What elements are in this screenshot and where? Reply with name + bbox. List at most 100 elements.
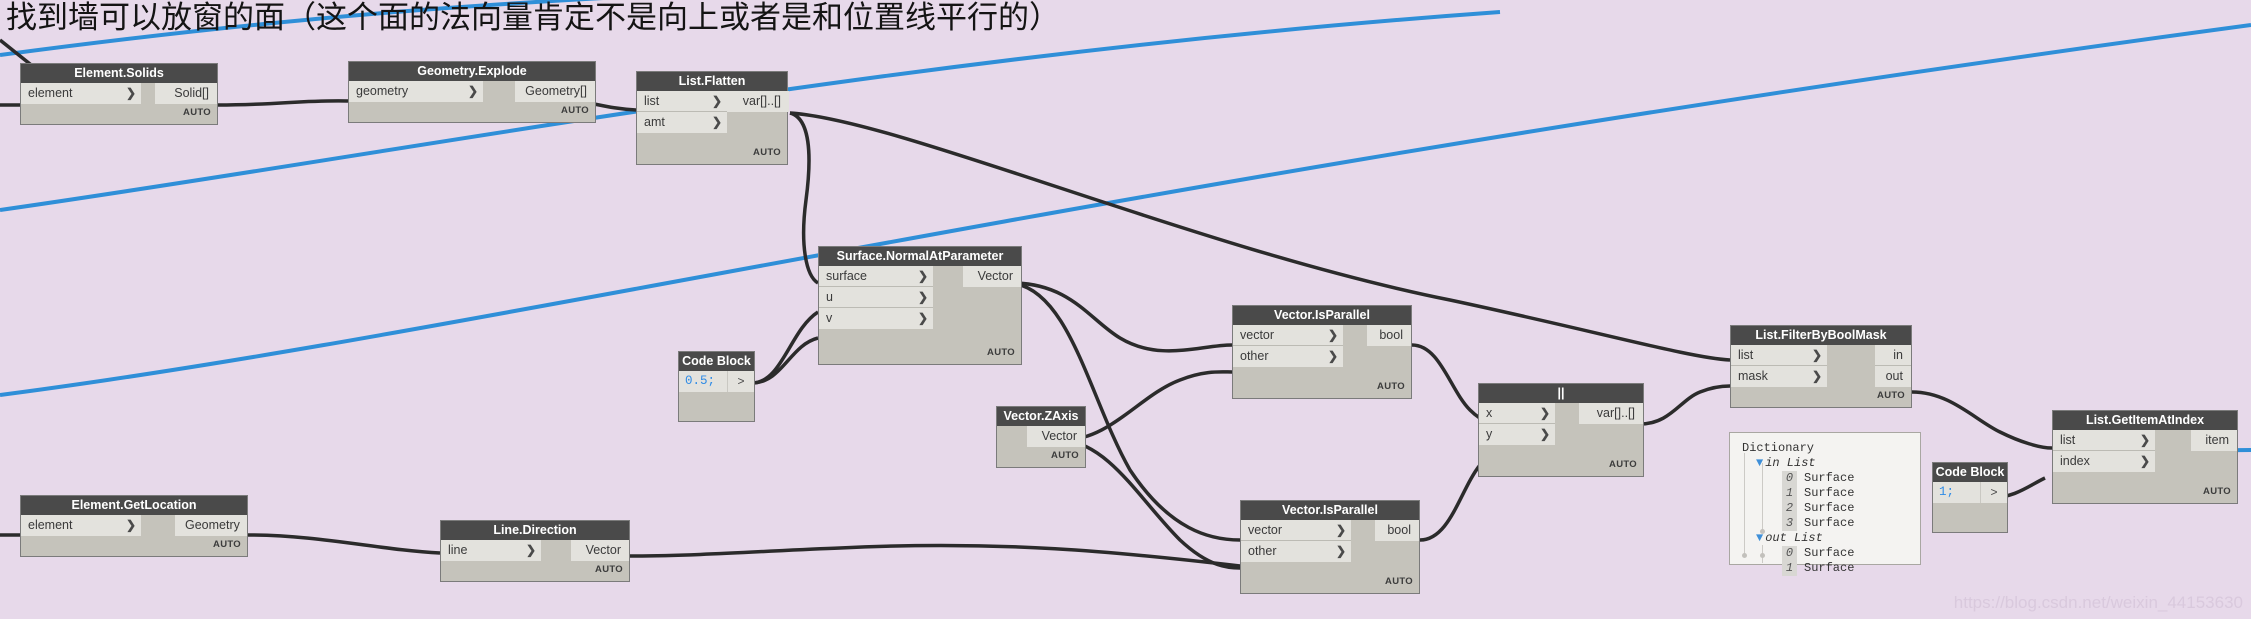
node-list-flatten[interactable]: List.Flatten list ❯ amt ❯ var[]..[] AUTO <box>636 71 789 165</box>
node-vector-isparallel-bottom[interactable]: Vector.IsParallel vector ❯ other ❯ bool <box>1240 500 1420 594</box>
node-title: List.Flatten <box>637 72 787 91</box>
input-port-list[interactable]: list ❯ <box>637 91 727 112</box>
input-port-index[interactable]: index ❯ <box>2053 451 2155 472</box>
output-port-geometry-array[interactable]: Geometry[] <box>515 81 595 102</box>
input-port-element[interactable]: element ❯ <box>21 83 141 104</box>
node-title: Element.Solids <box>21 64 217 83</box>
chevron-right-icon: ❯ <box>1539 406 1550 420</box>
dictionary-item: 1 Surface <box>1738 486 1910 501</box>
node-status: AUTO <box>2203 486 2231 497</box>
node-title: Vector.IsParallel <box>1233 306 1411 325</box>
input-port-other[interactable]: other ❯ <box>1241 541 1351 562</box>
watermark: https://blog.csdn.net/weixin_44153630 <box>1953 593 2243 612</box>
chevron-right-icon: ❯ <box>1327 349 1338 363</box>
page-title: 找到墙可以放窗的面（这个面的法向量肯定不是向上或者是和位置线平行的） <box>6 0 1060 36</box>
node-title: Line.Direction <box>441 521 629 540</box>
output-port-vector[interactable]: Vector <box>1027 426 1085 447</box>
input-port-amt[interactable]: amt ❯ <box>637 112 727 133</box>
dictionary-group-out-list: ▼ out List <box>1756 531 1823 545</box>
node-vector-zaxis[interactable]: Vector.ZAxis Vector AUTO <box>996 406 1086 468</box>
node-element-solids[interactable]: Element.Solids element ❯ Solid[] AUTO <box>20 63 218 125</box>
input-port-v[interactable]: v ❯ <box>819 308 933 329</box>
output-port-bool[interactable]: bool <box>1375 520 1419 541</box>
node-code-block-one[interactable]: Code Block 1; > <box>1932 462 2008 533</box>
node-status: AUTO <box>1051 450 1079 461</box>
dictionary-item: 3 Surface <box>1738 516 1910 531</box>
output-port-vector[interactable]: Vector <box>571 540 629 561</box>
chevron-right-icon: ❯ <box>917 311 928 325</box>
node-list-getitematindex[interactable]: List.GetItemAtIndex list ❯ index ❯ item <box>2052 410 2238 504</box>
output-port-item[interactable]: item <box>2191 430 2237 451</box>
output-port-in[interactable]: in <box>1875 345 1911 366</box>
dynamo-canvas[interactable]: 找到墙可以放窗的面（这个面的法向量肯定不是向上或者是和位置线平行的） Eleme… <box>0 0 2251 619</box>
node-element-getlocation[interactable]: Element.GetLocation element ❯ Geometry A… <box>20 495 248 557</box>
code-block-text[interactable]: 0.5; <box>679 371 727 392</box>
node-surface-normalatparameter[interactable]: Surface.NormalAtParameter surface ❯ u ❯ … <box>818 246 1022 365</box>
chevron-right-icon: ❯ <box>1335 544 1346 558</box>
code-block-output-port[interactable]: > <box>727 371 754 392</box>
dictionary-title: Dictionary <box>1742 441 1815 455</box>
output-port-out[interactable]: out <box>1875 366 1911 387</box>
output-port-var[interactable]: var[]..[] <box>727 91 789 112</box>
node-status: AUTO <box>1609 459 1637 470</box>
dictionary-item: 0 Surface <box>1738 546 1910 561</box>
node-line-direction[interactable]: Line.Direction line ❯ Vector AUTO <box>440 520 630 582</box>
node-title: List.FilterByBoolMask <box>1731 326 1911 345</box>
input-port-x[interactable]: x ❯ <box>1479 403 1555 424</box>
node-status: AUTO <box>595 564 623 575</box>
node-title: Element.GetLocation <box>21 496 247 515</box>
input-port-vector[interactable]: vector ❯ <box>1233 325 1343 346</box>
chevron-right-icon: ❯ <box>711 94 722 108</box>
output-port-solid[interactable]: Solid[] <box>155 83 217 104</box>
chevron-right-icon: ❯ <box>525 543 536 557</box>
output-port-bool[interactable]: bool <box>1367 325 1411 346</box>
input-port-list[interactable]: list ❯ <box>1731 345 1827 366</box>
node-status: AUTO <box>1377 381 1405 392</box>
node-code-block-half[interactable]: Code Block 0.5; > <box>678 351 755 422</box>
input-port-vector[interactable]: vector ❯ <box>1241 520 1351 541</box>
output-port-var[interactable]: var[]..[] <box>1579 403 1643 424</box>
collapse-triangle-icon[interactable]: ▼ <box>1756 456 1763 470</box>
node-status: AUTO <box>753 147 781 158</box>
node-title: Code Block <box>1933 463 2007 482</box>
chevron-right-icon: ❯ <box>467 84 478 98</box>
node-title: List.GetItemAtIndex <box>2053 411 2237 430</box>
node-or-operator[interactable]: || x ❯ y ❯ var[]..[] AUTO <box>1478 383 1644 477</box>
input-port-geometry[interactable]: geometry ❯ <box>349 81 483 102</box>
input-port-line[interactable]: line ❯ <box>441 540 541 561</box>
dictionary-group-in-list: ▼ in List <box>1756 456 1816 470</box>
chevron-right-icon: ❯ <box>2139 454 2150 468</box>
output-port-geometry[interactable]: Geometry <box>175 515 247 536</box>
node-title: Code Block <box>679 352 754 371</box>
code-block-output-port[interactable]: > <box>1980 482 2007 503</box>
node-status: AUTO <box>1877 390 1905 401</box>
output-port-vector[interactable]: Vector <box>963 266 1021 287</box>
node-status: AUTO <box>1385 576 1413 587</box>
node-geometry-explode[interactable]: Geometry.Explode geometry ❯ Geometry[] A… <box>348 61 596 123</box>
chevron-right-icon: ❯ <box>917 290 928 304</box>
node-status: AUTO <box>987 347 1015 358</box>
input-port-other[interactable]: other ❯ <box>1233 346 1343 367</box>
chevron-right-icon: ❯ <box>125 86 136 100</box>
dictionary-item: 2 Surface <box>1738 501 1910 516</box>
node-list-filterbyboolmask[interactable]: List.FilterByBoolMask list ❯ mask ❯ in o… <box>1730 325 1912 408</box>
chevron-right-icon: ❯ <box>125 518 136 532</box>
node-vector-isparallel-top[interactable]: Vector.IsParallel vector ❯ other ❯ bool <box>1232 305 1412 399</box>
collapse-triangle-icon[interactable]: ▼ <box>1756 531 1763 545</box>
input-port-mask[interactable]: mask ❯ <box>1731 366 1827 387</box>
chevron-right-icon: ❯ <box>1335 523 1346 537</box>
dictionary-item: 0 Surface <box>1738 471 1910 486</box>
node-title: Surface.NormalAtParameter <box>819 247 1021 266</box>
input-port-list[interactable]: list ❯ <box>2053 430 2155 451</box>
node-title: Vector.IsParallel <box>1241 501 1419 520</box>
input-port-u[interactable]: u ❯ <box>819 287 933 308</box>
input-port-element[interactable]: element ❯ <box>21 515 141 536</box>
chevron-right-icon: ❯ <box>1811 369 1822 383</box>
node-status: AUTO <box>183 107 211 118</box>
chevron-right-icon: ❯ <box>1811 348 1822 362</box>
node-title: || <box>1479 384 1643 403</box>
input-port-surface[interactable]: surface ❯ <box>819 266 933 287</box>
input-port-y[interactable]: y ❯ <box>1479 424 1555 445</box>
node-status: AUTO <box>561 105 589 116</box>
code-block-text[interactable]: 1; <box>1933 482 1980 503</box>
